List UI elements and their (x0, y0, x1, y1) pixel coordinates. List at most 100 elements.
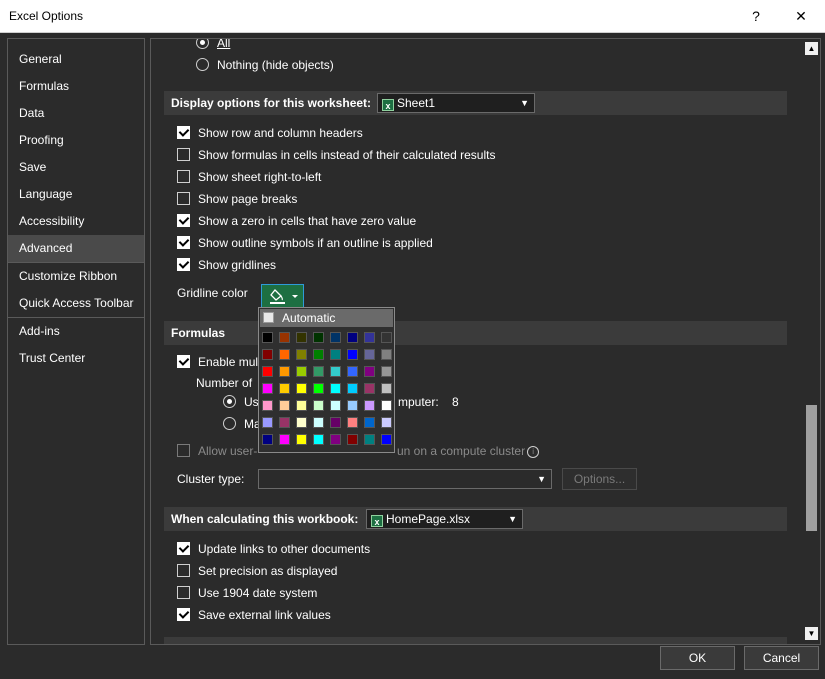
color-swatch[interactable] (279, 400, 290, 411)
checkbox[interactable] (177, 126, 190, 139)
checkbox[interactable] (177, 192, 190, 205)
scroll-thumb[interactable] (806, 405, 817, 531)
checkbox[interactable] (177, 542, 190, 555)
color-swatch[interactable] (330, 332, 341, 343)
color-swatch[interactable] (313, 383, 324, 394)
workbook-select[interactable]: x HomePage.xlsx ▼ (366, 509, 523, 529)
option-outline-symbols[interactable]: Show outline symbols if an outline is ap… (177, 233, 433, 253)
gridline-color-button[interactable] (261, 284, 304, 308)
color-swatch[interactable] (296, 400, 307, 411)
sidebar-item-trust-center[interactable]: Trust Center (8, 345, 144, 372)
checkbox[interactable] (177, 258, 190, 271)
color-swatch[interactable] (313, 332, 324, 343)
color-swatch[interactable] (262, 400, 273, 411)
color-swatch[interactable] (381, 349, 392, 360)
color-swatch[interactable] (296, 332, 307, 343)
sidebar-item-quick-access-toolbar[interactable]: Quick Access Toolbar (8, 290, 144, 317)
color-swatch[interactable] (313, 434, 324, 445)
option-enable-multithread[interactable]: Enable mul (177, 352, 258, 372)
use-radio[interactable] (223, 395, 236, 408)
option-show-formulas[interactable]: Show formulas in cells instead of their … (177, 145, 495, 165)
color-swatch[interactable] (381, 332, 392, 343)
color-swatch[interactable] (279, 366, 290, 377)
manual-option[interactable]: Ma (223, 414, 261, 434)
color-swatch[interactable] (364, 417, 375, 428)
color-swatch[interactable] (330, 417, 341, 428)
color-swatch[interactable] (313, 366, 324, 377)
color-swatch[interactable] (279, 349, 290, 360)
option-set-precision[interactable]: Set precision as displayed (177, 561, 337, 581)
checkbox[interactable] (177, 170, 190, 183)
sidebar-item-formulas[interactable]: Formulas (8, 73, 144, 100)
color-swatch[interactable] (330, 434, 341, 445)
sidebar-item-proofing[interactable]: Proofing (8, 127, 144, 154)
color-swatch[interactable] (262, 332, 273, 343)
scroll-down-arrow[interactable]: ▼ (805, 627, 818, 640)
color-swatch[interactable] (296, 417, 307, 428)
checkbox[interactable] (177, 564, 190, 577)
color-swatch[interactable] (296, 366, 307, 377)
checkbox[interactable] (177, 444, 190, 457)
close-button[interactable]: ✕ (786, 4, 816, 28)
color-swatch[interactable] (364, 349, 375, 360)
color-swatch[interactable] (364, 434, 375, 445)
color-swatch[interactable] (313, 400, 324, 411)
color-swatch[interactable] (364, 332, 375, 343)
color-swatch[interactable] (296, 434, 307, 445)
scroll-up-arrow[interactable]: ▲ (805, 42, 818, 55)
option-right-to-left[interactable]: Show sheet right-to-left (177, 167, 321, 187)
checkbox[interactable] (177, 586, 190, 599)
help-button[interactable]: ? (741, 4, 771, 28)
color-swatch[interactable] (262, 349, 273, 360)
option-allow-xll[interactable]: Allow user- (177, 441, 257, 461)
color-swatch[interactable] (347, 400, 358, 411)
checkbox[interactable] (177, 214, 190, 227)
manual-radio[interactable] (223, 417, 236, 430)
color-swatch[interactable] (347, 434, 358, 445)
color-swatch[interactable] (279, 434, 290, 445)
sidebar-item-save[interactable]: Save (8, 154, 144, 181)
option-1904-date[interactable]: Use 1904 date system (177, 583, 317, 603)
color-swatch[interactable] (364, 366, 375, 377)
color-swatch[interactable] (262, 434, 273, 445)
option-show-headers[interactable]: Show row and column headers (177, 123, 363, 143)
sidebar-item-general[interactable]: General (8, 46, 144, 73)
color-swatch[interactable] (364, 383, 375, 394)
color-swatch[interactable] (262, 383, 273, 394)
cluster-options-button[interactable]: Options... (562, 468, 637, 490)
color-swatch[interactable] (262, 366, 273, 377)
color-swatch[interactable] (296, 349, 307, 360)
option-page-breaks[interactable]: Show page breaks (177, 189, 297, 209)
color-swatch[interactable] (313, 417, 324, 428)
ok-button[interactable]: OK (660, 646, 735, 670)
color-swatch[interactable] (330, 400, 341, 411)
objects-all-option[interactable]: All (196, 39, 230, 53)
color-swatch[interactable] (279, 332, 290, 343)
option-update-links[interactable]: Update links to other documents (177, 539, 370, 559)
all-radio[interactable] (196, 39, 209, 49)
scrollbar[interactable]: ▲ ▼ (804, 40, 819, 643)
color-swatch[interactable] (296, 383, 307, 394)
objects-nothing-option[interactable]: Nothing (hide objects) (196, 55, 334, 75)
color-swatch[interactable] (313, 349, 324, 360)
color-swatch[interactable] (381, 366, 392, 377)
color-swatch[interactable] (347, 366, 358, 377)
sidebar-item-accessibility[interactable]: Accessibility (8, 208, 144, 235)
checkbox[interactable] (177, 148, 190, 161)
option-show-gridlines[interactable]: Show gridlines (177, 255, 276, 275)
cluster-type-select[interactable]: ▼ (258, 469, 552, 489)
sidebar-item-data[interactable]: Data (8, 100, 144, 127)
sheet-select[interactable]: x Sheet1 ▼ (377, 93, 535, 113)
color-swatch[interactable] (347, 383, 358, 394)
color-swatch[interactable] (330, 349, 341, 360)
color-swatch[interactable] (347, 332, 358, 343)
sidebar-item-language[interactable]: Language (8, 181, 144, 208)
checkbox[interactable] (177, 236, 190, 249)
nothing-radio[interactable] (196, 58, 209, 71)
sidebar-item-add-ins[interactable]: Add-ins (8, 318, 144, 345)
checkbox[interactable] (177, 608, 190, 621)
sidebar-item-advanced[interactable]: Advanced (8, 235, 144, 262)
color-swatch[interactable] (381, 400, 392, 411)
option-save-external-links[interactable]: Save external link values (177, 605, 331, 625)
color-swatch[interactable] (347, 349, 358, 360)
